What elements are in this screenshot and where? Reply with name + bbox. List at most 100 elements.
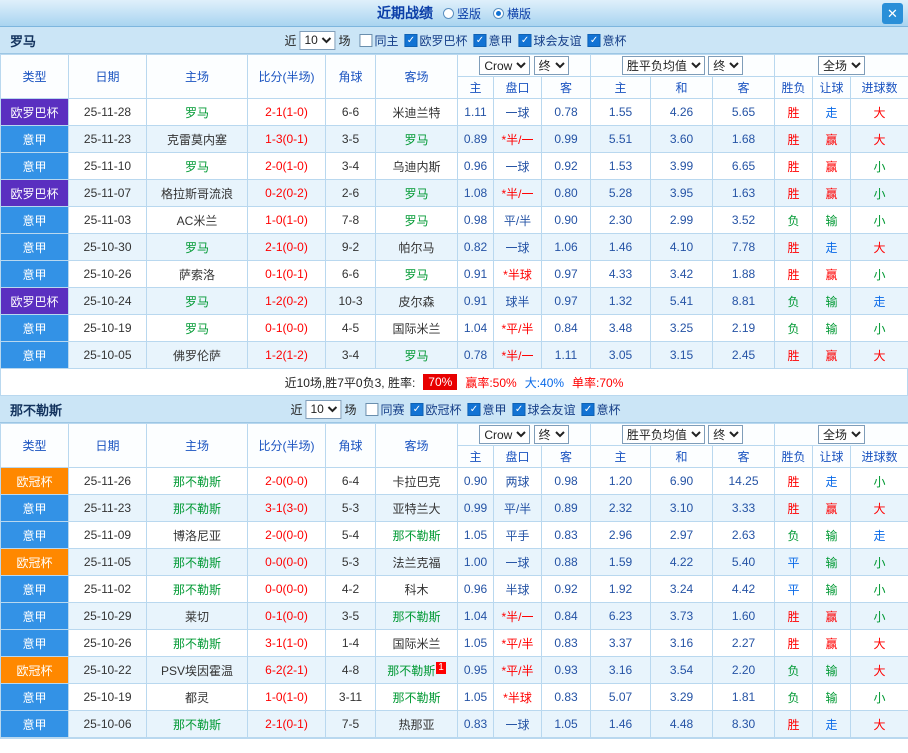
date-cell: 25-10-26 bbox=[68, 629, 147, 657]
avg-away-cell: 1.68 bbox=[712, 125, 776, 153]
column-header: 客场 bbox=[375, 54, 458, 99]
checkbox-icon[interactable]: ✓ bbox=[410, 402, 424, 416]
avg-away-cell: 8.30 bbox=[712, 710, 776, 738]
handicap-cell: *平/半 bbox=[493, 314, 542, 342]
layout-radio-横版[interactable]: 横版 bbox=[493, 5, 531, 22]
away-team-cell: 国际米兰 bbox=[375, 314, 458, 342]
fulltime-group-header: 全场 bbox=[774, 54, 908, 77]
filter-checkbox-同主[interactable]: 同主 bbox=[359, 32, 398, 49]
odds-stage-select[interactable]: 终 bbox=[533, 425, 569, 444]
period-select[interactable]: 全场 bbox=[818, 425, 866, 444]
home-team-cell: 克雷莫内塞 bbox=[146, 125, 248, 153]
checkbox-icon[interactable]: ✓ bbox=[518, 33, 532, 47]
avg-home-cell: 1.59 bbox=[590, 548, 652, 576]
home-team-cell: 那不勒斯 bbox=[146, 467, 248, 495]
odds-home-cell: 0.82 bbox=[457, 233, 494, 261]
bookmaker-select[interactable]: Crow bbox=[479, 425, 531, 444]
summary-stat: 单率:70% bbox=[572, 375, 624, 390]
layout-radio-group: 竖版 横版 bbox=[442, 5, 531, 22]
filter-checkbox-意甲[interactable]: ✓ 意甲 bbox=[473, 32, 513, 49]
checkbox-icon[interactable] bbox=[359, 33, 373, 47]
odds-away-cell: 1.05 bbox=[540, 710, 592, 738]
date-cell: 25-11-10 bbox=[68, 152, 147, 180]
match-row: 欧罗巴杯 25-11-28 罗马 2-1(1-0) 6-6 米迪兰特 1.11 一球 0.78 1… bbox=[0, 98, 908, 126]
result-cell: 胜 bbox=[774, 629, 814, 657]
match-count-select[interactable]: 10 bbox=[305, 399, 342, 419]
odds-away-cell: 0.83 bbox=[540, 629, 592, 657]
checkbox-icon[interactable]: ✓ bbox=[581, 402, 595, 416]
layout-radio-竖版[interactable]: 竖版 bbox=[442, 5, 481, 22]
asian-handicap-result-cell: 赢 bbox=[812, 494, 852, 522]
avg-draw-cell: 3.99 bbox=[650, 152, 714, 180]
date-cell: 25-10-19 bbox=[68, 683, 147, 711]
filter-checkbox-意杯[interactable]: ✓ 意杯 bbox=[581, 401, 621, 418]
avg-stage-select[interactable]: 终 bbox=[708, 56, 744, 75]
avg-type-select[interactable]: 胜平负均值 bbox=[621, 425, 705, 444]
league-cell: 意甲 bbox=[0, 575, 69, 603]
filter-checkbox-球会友谊[interactable]: ✓ 球会友谊 bbox=[518, 32, 582, 49]
radio-icon[interactable] bbox=[442, 7, 454, 19]
recent-results-window: 近期战绩 竖版 横版 ✕ 罗马近 10 场同主 ✓ 欧罗巴杯 ✓ 意甲 ✓ 球会友谊 ✓ 意杯 类型 日期… bbox=[0, 0, 908, 739]
sub-column-header: 客 bbox=[540, 445, 592, 468]
filter-checkbox-意杯[interactable]: ✓ 意杯 bbox=[587, 32, 627, 49]
sub-column-header: 让球 bbox=[812, 445, 852, 468]
avg-away-cell: 2.19 bbox=[712, 314, 776, 342]
asian-handicap-result-cell: 走 bbox=[812, 467, 852, 495]
checkbox-icon[interactable] bbox=[365, 402, 379, 416]
filter-checkbox-球会友谊[interactable]: ✓ 球会友谊 bbox=[512, 401, 576, 418]
score-cell: 2-0(1-0) bbox=[247, 152, 326, 180]
away-team-cell: 罗马 bbox=[375, 341, 458, 369]
handicap-cell: 一球 bbox=[493, 548, 542, 576]
match-row: 欧冠杯 25-11-05 那不勒斯 0-0(0-0) 5-3 法兰克福 1.00 一球 0.88… bbox=[0, 548, 908, 576]
result-cell: 负 bbox=[774, 314, 814, 342]
checkbox-icon[interactable]: ✓ bbox=[587, 33, 601, 47]
filter-checkbox-意甲[interactable]: ✓ 意甲 bbox=[467, 401, 507, 418]
filter-checkbox-同赛[interactable]: 同赛 bbox=[365, 401, 404, 418]
avg-draw-cell: 3.54 bbox=[650, 656, 714, 684]
avg-type-select[interactable]: 胜平负均值 bbox=[621, 56, 705, 75]
away-team-cell: 热那亚 bbox=[375, 710, 458, 738]
checkbox-icon[interactable]: ✓ bbox=[473, 33, 487, 47]
odds-stage-select[interactable]: 终 bbox=[533, 56, 569, 75]
goals-result-cell: 大 bbox=[850, 494, 908, 522]
handicap-cell: *半/一 bbox=[493, 125, 542, 153]
date-cell: 25-10-06 bbox=[68, 710, 147, 738]
handicap-cell: *半球 bbox=[493, 683, 542, 711]
away-team-cell: 那不勒斯 bbox=[375, 683, 458, 711]
checkbox-icon[interactable]: ✓ bbox=[467, 402, 481, 416]
corners-cell: 6-6 bbox=[325, 260, 376, 288]
avg-draw-cell: 3.60 bbox=[650, 125, 714, 153]
asian-handicap-result-cell: 赢 bbox=[812, 341, 852, 369]
column-header: 客场 bbox=[375, 423, 458, 468]
team-bar: 那不勒斯近 10 场同赛 ✓ 欧冠杯 ✓ 意甲 ✓ 球会友谊 ✓ 意杯 bbox=[0, 396, 908, 423]
corners-cell: 3-5 bbox=[325, 125, 376, 153]
checkbox-icon[interactable]: ✓ bbox=[404, 33, 418, 47]
period-select[interactable]: 全场 bbox=[818, 56, 866, 75]
avg-draw-cell: 2.99 bbox=[650, 206, 714, 234]
avg-home-cell: 3.16 bbox=[590, 656, 652, 684]
home-team-cell: 那不勒斯 bbox=[146, 629, 248, 657]
sub-column-header: 主 bbox=[590, 76, 652, 99]
close-button[interactable]: ✕ bbox=[882, 3, 903, 24]
league-cell: 欧罗巴杯 bbox=[0, 179, 69, 207]
avg-draw-cell: 3.24 bbox=[650, 575, 714, 603]
checkbox-icon[interactable]: ✓ bbox=[512, 402, 526, 416]
filter-checkbox-欧冠杯[interactable]: ✓ 欧冠杯 bbox=[410, 401, 462, 418]
home-team-cell: 格拉斯哥流浪 bbox=[146, 179, 248, 207]
result-cell: 胜 bbox=[774, 710, 814, 738]
home-team-cell: 罗马 bbox=[146, 98, 248, 126]
score-cell: 0-2(0-2) bbox=[247, 179, 326, 207]
checkbox-label: 同主 bbox=[374, 33, 399, 48]
avg-stage-select[interactable]: 终 bbox=[708, 425, 744, 444]
odds-home-cell: 1.08 bbox=[457, 179, 494, 207]
date-cell: 25-11-26 bbox=[68, 467, 147, 495]
summary-row: 近10场,胜7平0负3, 胜率: 70% 赢率:50% 大:40% 单率:70% bbox=[0, 369, 908, 396]
filter-checkbox-欧罗巴杯[interactable]: ✓ 欧罗巴杯 bbox=[404, 32, 468, 49]
goals-result-cell: 小 bbox=[850, 260, 908, 288]
sub-column-header: 盘口 bbox=[493, 445, 542, 468]
bookmaker-select[interactable]: Crow bbox=[479, 56, 531, 75]
match-count-select[interactable]: 10 bbox=[299, 30, 336, 50]
radio-icon[interactable] bbox=[493, 7, 504, 19]
avg-away-cell: 2.20 bbox=[712, 656, 776, 684]
odds-away-cell: 1.11 bbox=[540, 341, 592, 369]
